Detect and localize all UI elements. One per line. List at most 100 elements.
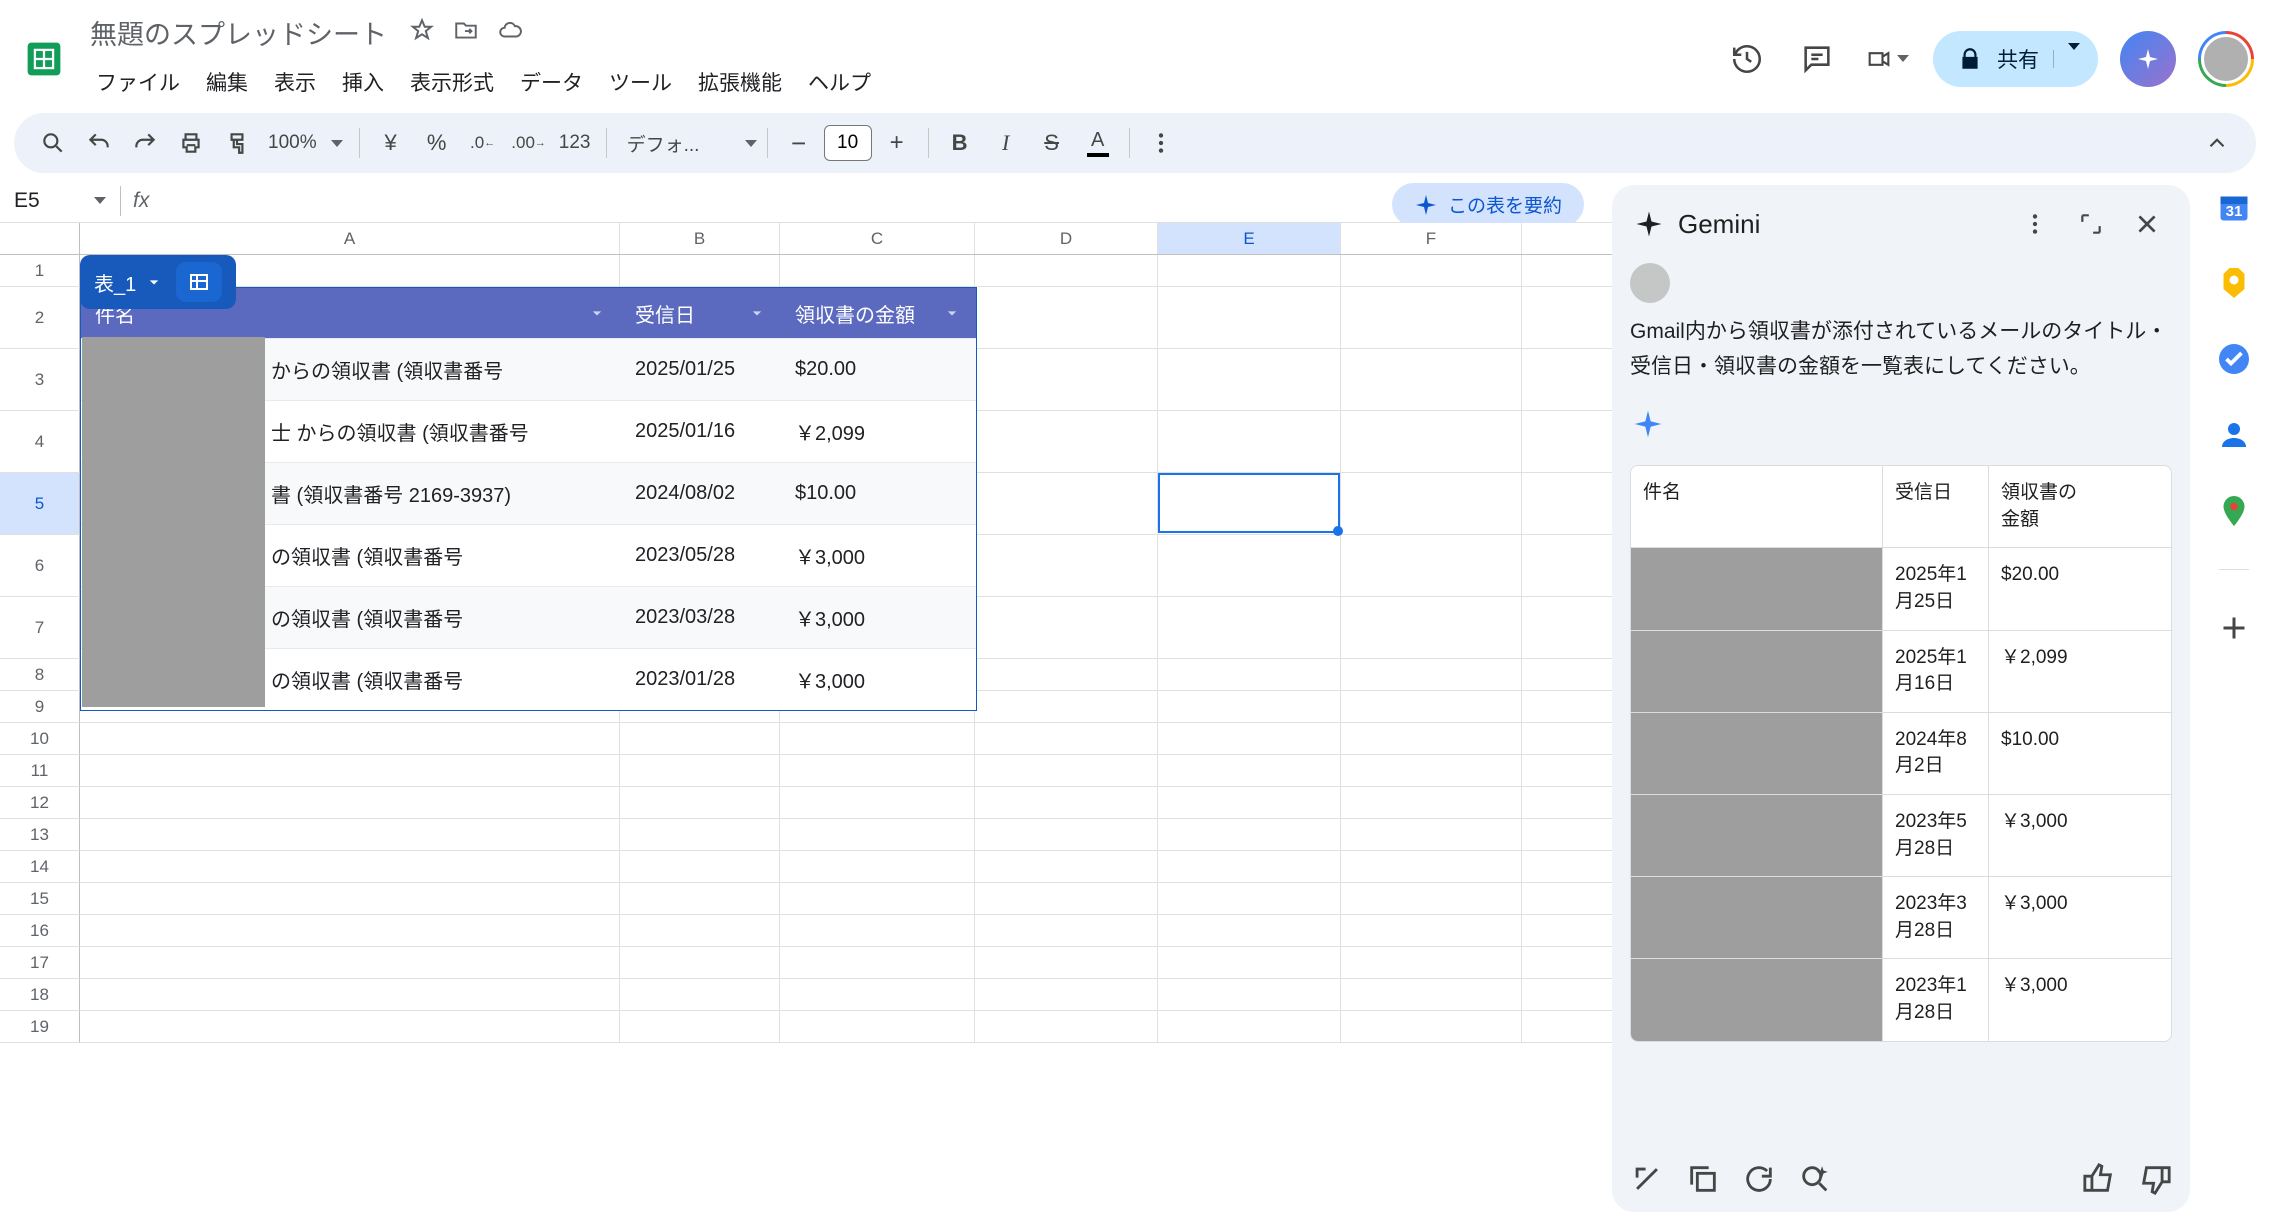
menu-format[interactable]: 表示形式 [398, 59, 506, 105]
row-header[interactable]: 9 [0, 691, 80, 723]
more-options-icon[interactable] [2014, 203, 2056, 245]
video-icon[interactable] [1863, 35, 1911, 83]
insert-icon[interactable] [1630, 1162, 1664, 1196]
account-avatar[interactable] [2198, 31, 2254, 87]
row-header[interactable]: 14 [0, 851, 80, 883]
bold-icon[interactable]: B [939, 122, 981, 164]
thumbs-down-icon[interactable] [2138, 1162, 2172, 1196]
row-header[interactable]: 11 [0, 755, 80, 787]
decrease-decimal-icon[interactable]: .0← [462, 122, 504, 164]
cloud-icon[interactable] [497, 17, 523, 48]
spreadsheet-grid[interactable]: ABCDEF 12345678910111213141516171819 表_1… [0, 223, 1612, 1218]
menu-extensions[interactable]: 拡張機能 [686, 59, 794, 105]
result-cell-date: 2025年1月16日 [1883, 631, 1989, 712]
row-header[interactable]: 7 [0, 597, 80, 659]
row-header[interactable]: 19 [0, 1011, 80, 1043]
row-header[interactable]: 6 [0, 535, 80, 597]
column-header[interactable]: D [975, 223, 1158, 254]
number-format-button[interactable]: 123 [554, 122, 596, 164]
row-header[interactable]: 12 [0, 787, 80, 819]
column-header[interactable]: E [1158, 223, 1341, 254]
search-spark-icon[interactable] [1798, 1162, 1832, 1196]
row-header[interactable]: 13 [0, 819, 80, 851]
chevron-down-icon[interactable] [587, 303, 607, 323]
chevron-down-icon[interactable] [942, 303, 962, 323]
increase-decimal-icon[interactable]: .00→ [508, 122, 550, 164]
fx-icon: fx [121, 189, 161, 213]
collapse-toolbar-icon[interactable] [2196, 122, 2238, 164]
row-header[interactable]: 16 [0, 915, 80, 947]
menu-tools[interactable]: ツール [597, 59, 684, 105]
undo-icon[interactable] [78, 122, 120, 164]
retry-icon[interactable] [1742, 1162, 1776, 1196]
currency-button[interactable]: ¥ [370, 122, 412, 164]
row-header[interactable]: 15 [0, 883, 80, 915]
sheets-app-icon[interactable] [16, 29, 72, 89]
redacted-region [82, 337, 265, 707]
expand-icon[interactable] [2070, 203, 2112, 245]
column-header[interactable]: B [620, 223, 780, 254]
row-header[interactable]: 10 [0, 723, 80, 755]
font-size-increase-icon[interactable]: + [876, 122, 918, 164]
row-header[interactable]: 8 [0, 659, 80, 691]
italic-icon[interactable]: I [985, 122, 1027, 164]
add-icon[interactable] [2216, 610, 2252, 646]
maps-icon[interactable] [2216, 493, 2252, 529]
menu-help[interactable]: ヘルプ [796, 59, 883, 105]
menu-insert[interactable]: 挿入 [330, 59, 396, 105]
table-chip[interactable]: 表_1 [80, 255, 236, 309]
move-icon[interactable] [453, 17, 479, 48]
name-box[interactable]: E5 [0, 189, 120, 213]
zoom-dropdown[interactable]: 100% [262, 122, 349, 164]
history-icon[interactable] [1723, 35, 1771, 83]
chevron-down-icon[interactable] [747, 303, 767, 323]
thumbs-up-icon[interactable] [2082, 1162, 2116, 1196]
font-size-decrease-icon[interactable]: − [778, 122, 820, 164]
star-icon[interactable] [409, 17, 435, 48]
table-view-icon[interactable] [176, 262, 222, 302]
close-icon[interactable] [2126, 203, 2168, 245]
calendar-icon[interactable]: 31 [2216, 189, 2252, 225]
column-header[interactable]: A [80, 223, 620, 254]
font-size-input[interactable] [824, 125, 872, 161]
text-color-icon[interactable]: A [1077, 122, 1119, 164]
share-dropdown-icon[interactable] [2053, 50, 2080, 68]
more-icon[interactable] [1140, 122, 1182, 164]
summarize-chip[interactable]: この表を要約 [1392, 183, 1584, 226]
row-header[interactable]: 1 [0, 255, 80, 287]
font-dropdown[interactable]: デフォ... [617, 122, 757, 164]
search-icon[interactable] [32, 122, 74, 164]
doc-title[interactable]: 無題のスプレッドシート [84, 10, 393, 55]
row-header[interactable]: 17 [0, 947, 80, 979]
column-header[interactable]: F [1341, 223, 1522, 254]
menu-file[interactable]: ファイル [84, 59, 192, 105]
share-button[interactable]: 共有 [1933, 31, 2098, 87]
menu-view[interactable]: 表示 [262, 59, 328, 105]
paint-format-icon[interactable] [216, 122, 258, 164]
active-cell[interactable] [1158, 473, 1340, 533]
menu-edit[interactable]: 編集 [194, 59, 260, 105]
row-header[interactable]: 4 [0, 411, 80, 473]
fill-handle[interactable] [1333, 526, 1343, 536]
comment-icon[interactable] [1793, 35, 1841, 83]
copy-icon[interactable] [1686, 1162, 1720, 1196]
result-header-amount: 領収書の金額 [1989, 466, 2107, 547]
contacts-icon[interactable] [2216, 417, 2252, 453]
percent-button[interactable]: % [416, 122, 458, 164]
row-header[interactable]: 5 [0, 473, 80, 535]
select-all-corner[interactable] [0, 223, 80, 254]
row-header[interactable]: 18 [0, 979, 80, 1011]
table-header-amount[interactable]: 領収書の金額 [781, 299, 976, 328]
menu-data[interactable]: データ [508, 59, 595, 105]
keep-icon[interactable] [2216, 265, 2252, 301]
row-header[interactable]: 2 [0, 287, 80, 349]
result-cell-amount: ￥2,099 [1989, 631, 2107, 712]
strikethrough-icon[interactable]: S [1031, 122, 1073, 164]
column-header[interactable]: C [780, 223, 975, 254]
tasks-icon[interactable] [2216, 341, 2252, 377]
row-header[interactable]: 3 [0, 349, 80, 411]
print-icon[interactable] [170, 122, 212, 164]
redo-icon[interactable] [124, 122, 166, 164]
gemini-button[interactable] [2120, 31, 2176, 87]
table-header-date[interactable]: 受信日 [621, 299, 781, 328]
